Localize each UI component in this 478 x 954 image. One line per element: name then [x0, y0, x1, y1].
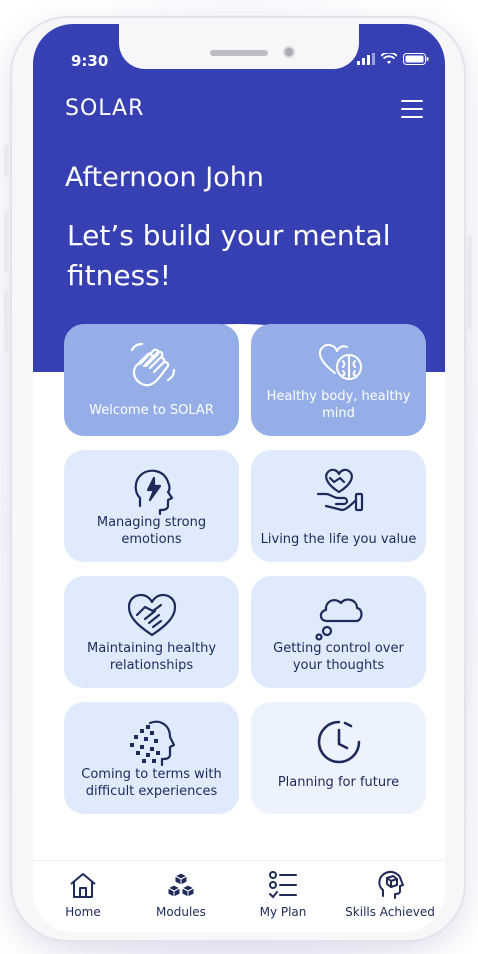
phone-side-button: [4, 145, 9, 177]
greeting: Afternoon John: [65, 162, 264, 193]
tab-label: Skills Achieved: [345, 905, 435, 919]
module-label: Managing strong emotions: [96, 515, 207, 547]
status-time: 9:30: [71, 52, 109, 70]
tab-home[interactable]: Home: [33, 869, 133, 919]
module-label: Getting control over your thoughts: [273, 641, 404, 673]
module-label: Maintaining healthy relationships: [86, 641, 217, 673]
module-card-relationships[interactable]: Maintaining healthy relationships: [64, 576, 239, 688]
phone-volume-down-button: [4, 290, 9, 352]
tab-my-plan[interactable]: My Plan: [233, 869, 333, 919]
module-card-planning-future[interactable]: Planning for future: [251, 702, 426, 814]
clock-icon: [251, 716, 426, 768]
tab-label: Modules: [156, 905, 206, 919]
pixelated-head-icon: [64, 716, 239, 768]
module-label: Living the life you value: [260, 532, 417, 547]
phone-power-button: [467, 235, 472, 330]
tab-modules[interactable]: Modules: [131, 869, 231, 919]
module-label: Coming to terms with difficult experienc…: [81, 767, 222, 799]
signal-icon: [357, 53, 375, 65]
phone-volume-up-button: [4, 210, 9, 272]
speaker: [210, 50, 268, 56]
tab-label: My Plan: [259, 905, 307, 919]
waving-hand-icon: [64, 338, 239, 390]
skills-head-icon: [335, 869, 445, 901]
hamburger-menu-icon[interactable]: [401, 100, 423, 118]
module-label: Healthy body, healthy mind: [266, 389, 411, 421]
tab-skills-achieved[interactable]: Skills Achieved: [335, 869, 445, 919]
app-screen: 9:30 SOLAR Afternoon John Let’s build yo…: [33, 24, 445, 932]
hero-section: [33, 24, 445, 372]
home-icon: [33, 869, 133, 901]
app-brand: SOLAR: [65, 96, 145, 121]
module-card-healthy-body[interactable]: Healthy body, healthy mind: [251, 324, 426, 436]
module-card-life-you-value[interactable]: Living the life you value: [251, 450, 426, 562]
status-icons: [357, 53, 429, 65]
modules-cubes-icon: [131, 869, 231, 901]
front-camera: [283, 46, 295, 58]
tab-bar: Home Modules My Plan Skills Achieved: [33, 860, 445, 932]
thought-cloud-icon: [251, 590, 426, 642]
heart-brain-icon: [251, 338, 426, 390]
checklist-icon: [233, 869, 333, 901]
head-lightning-icon: [64, 464, 239, 516]
module-label: Welcome to SOLAR: [89, 403, 214, 418]
module-card-difficult-experiences[interactable]: Coming to terms with difficult experienc…: [64, 702, 239, 814]
module-card-welcome[interactable]: Welcome to SOLAR: [64, 324, 239, 436]
module-label: Planning for future: [277, 775, 400, 790]
heart-handshake-icon: [64, 590, 239, 642]
module-card-control-thoughts[interactable]: Getting control over your thoughts: [251, 576, 426, 688]
module-card-strong-emotions[interactable]: Managing strong emotions: [64, 450, 239, 562]
wifi-icon: [381, 53, 397, 64]
page-headline: Let’s build your mental fitness!: [67, 219, 391, 292]
notch: [119, 24, 359, 69]
battery-icon: [403, 53, 429, 65]
heart-in-hand-icon: [251, 464, 426, 516]
tab-label: Home: [65, 905, 101, 919]
